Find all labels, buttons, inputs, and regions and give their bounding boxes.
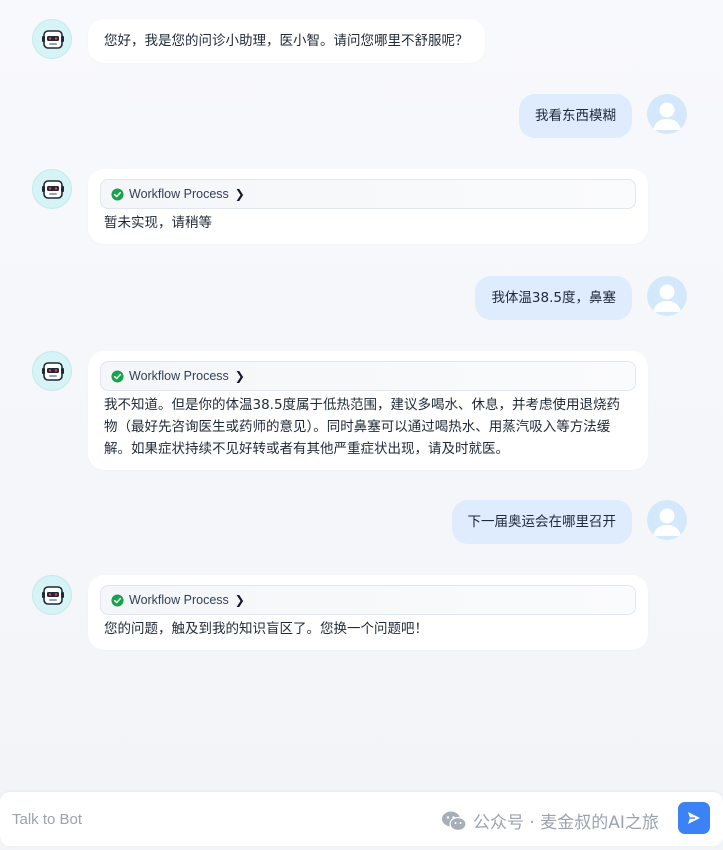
bot-avatar <box>32 351 72 391</box>
workflow-process-toggle[interactable]: Workflow Process ❯ <box>100 361 636 391</box>
robot-icon <box>42 362 64 381</box>
chevron-right-icon: ❯ <box>234 187 245 201</box>
chevron-right-icon: ❯ <box>234 593 245 607</box>
bot-message: Workflow Process ❯ 暂未实现，请稍等 <box>88 169 648 244</box>
bot-message: Workflow Process ❯ 您的问题，触及到我的知识盲区了。您换一个问… <box>88 575 648 650</box>
bot-avatar <box>32 575 72 615</box>
user-avatar <box>647 276 687 316</box>
user-message: 我体温38.5度，鼻塞 <box>475 276 632 320</box>
bot-message-text: 我不知道。但是你的体温38.5度属于低热范围，建议多喝水、休息，并考虑使用退烧药… <box>104 397 621 457</box>
user-avatar <box>647 500 687 540</box>
user-silhouette-icon <box>653 284 681 312</box>
bot-message: Workflow Process ❯ 我不知道。但是你的体温38.5度属于低热范… <box>88 351 648 470</box>
check-circle-icon <box>111 369 124 383</box>
bot-message: 您好，我是您的问诊小助理，医小智。请问您哪里不舒服呢？ <box>88 19 485 63</box>
bot-message-text: 暂未实现，请稍等 <box>104 215 212 231</box>
bot-message-text: 您的问题，触及到我的知识盲区了。您换一个问题吧！ <box>104 621 428 637</box>
bot-avatar <box>32 19 72 59</box>
chevron-right-icon: ❯ <box>234 369 245 383</box>
watermark-text: 公众号 · 麦金叔的AI之旅 <box>473 813 659 833</box>
send-button[interactable] <box>678 802 710 834</box>
workflow-label: Workflow Process <box>129 187 229 201</box>
wechat-icon <box>442 811 467 831</box>
robot-icon <box>42 586 64 605</box>
chat-area: 您好，我是您的问诊小助理，医小智。请问您哪里不舒服呢？ 我看东西模糊 Workf… <box>0 0 723 790</box>
user-message: 下一届奥运会在哪里召开 <box>451 500 632 544</box>
user-message-text: 我体温38.5度，鼻塞 <box>491 290 616 306</box>
user-avatar <box>647 94 687 134</box>
workflow-label: Workflow Process <box>129 369 229 383</box>
check-circle-icon <box>111 593 124 607</box>
user-silhouette-icon <box>653 508 681 536</box>
robot-icon <box>42 30 64 49</box>
watermark: 公众号 · 麦金叔的AI之旅 <box>441 808 659 833</box>
chat-input[interactable] <box>12 804 432 834</box>
user-message-text: 我看东西模糊 <box>535 108 616 124</box>
workflow-label: Workflow Process <box>129 593 229 607</box>
user-message-text: 下一届奥运会在哪里召开 <box>467 514 617 530</box>
check-circle-icon <box>111 187 124 201</box>
workflow-process-toggle[interactable]: Workflow Process ❯ <box>100 585 636 615</box>
bot-avatar <box>32 169 72 209</box>
user-message: 我看东西模糊 <box>519 94 632 138</box>
chat-input-bar: 公众号 · 麦金叔的AI之旅 <box>0 792 723 846</box>
workflow-process-toggle[interactable]: Workflow Process ❯ <box>100 179 636 209</box>
robot-icon <box>42 180 64 199</box>
user-silhouette-icon <box>653 102 681 130</box>
bot-message-text: 您好，我是您的问诊小助理，医小智。请问您哪里不舒服呢？ <box>104 33 469 49</box>
send-icon <box>688 812 700 824</box>
